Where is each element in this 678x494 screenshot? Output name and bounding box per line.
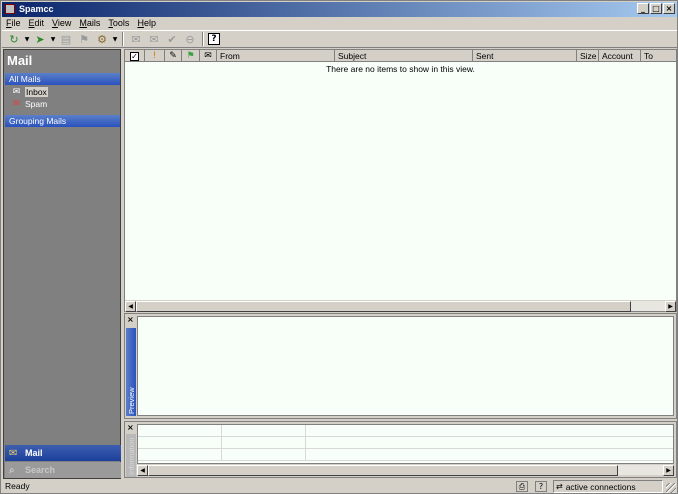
- group-grouping-mails[interactable]: Grouping Mails: [5, 115, 120, 127]
- window-controls: _ □ ×: [637, 3, 675, 14]
- help-icon[interactable]: ?: [208, 33, 220, 45]
- scroll-right-icon[interactable]: ▶: [663, 465, 674, 476]
- info-grid: [137, 424, 674, 464]
- info-column-divider: [221, 425, 222, 461]
- scroll-right-icon[interactable]: ▶: [665, 301, 676, 312]
- column-subject[interactable]: Subject: [335, 50, 473, 62]
- maximize-button[interactable]: □: [650, 3, 662, 14]
- toolbar-separator: [122, 32, 124, 46]
- folder-spam[interactable]: ✉ Spam: [11, 99, 48, 109]
- preview-body[interactable]: [137, 316, 674, 416]
- send-icon[interactable]: ➤: [32, 32, 48, 46]
- scroll-thumb[interactable]: [136, 301, 631, 312]
- preview-pane: × Preview: [124, 313, 677, 419]
- priority-icon[interactable]: !: [145, 50, 165, 62]
- receive-dropdown-icon[interactable]: ▼: [24, 32, 30, 46]
- column-to[interactable]: To: [641, 50, 676, 62]
- toolbar-separator: [202, 32, 204, 46]
- search-icon: ⌕: [9, 464, 15, 476]
- info-column-divider: [305, 425, 306, 461]
- connections-icon: ⇄: [556, 482, 563, 491]
- attachment-icon[interactable]: ✎: [165, 50, 182, 62]
- status-text: Ready: [5, 481, 30, 491]
- flag-icon[interactable]: ⚑: [182, 50, 200, 62]
- menu-file[interactable]: File: [2, 17, 25, 30]
- scroll-thumb[interactable]: [148, 465, 618, 476]
- column-size[interactable]: Size: [577, 50, 599, 62]
- mail-icon: ✉: [9, 447, 18, 459]
- menu-tools[interactable]: Tools: [104, 17, 133, 30]
- forward-icon[interactable]: ✉: [128, 32, 144, 46]
- read-status-icon[interactable]: ✉: [200, 50, 217, 62]
- send-dropdown-icon[interactable]: ▼: [50, 32, 56, 46]
- status-bar: Ready ⎙ ? ⇄ active connections: [2, 479, 677, 494]
- message-list: ✓ ! ✎ ⚑ ✉ From Subject Sent Size Account…: [124, 49, 677, 312]
- info-row: [138, 437, 673, 449]
- filter-icon[interactable]: ⚑: [76, 32, 92, 46]
- folder-label: Spam: [25, 99, 48, 109]
- close-info-icon[interactable]: ×: [127, 424, 135, 432]
- title-bar[interactable]: Spamcc _ □ ×: [2, 2, 677, 17]
- window-title: Spamcc: [19, 4, 54, 14]
- empty-list-message: There are no items to show in this view.: [326, 64, 475, 74]
- search-button[interactable]: ⌕ Search: [5, 462, 121, 478]
- connections-panel: ⇄ active connections: [553, 480, 663, 493]
- navigation-pane: Mail All Mails ✉ Inbox ✉ Spam Grouping M…: [3, 49, 121, 479]
- select-all-checkbox[interactable]: ✓: [130, 51, 139, 61]
- search-button-label: Search: [25, 465, 56, 475]
- column-from[interactable]: From: [217, 50, 335, 62]
- folder-label: Inbox: [25, 87, 48, 97]
- preview-label: Preview: [126, 328, 136, 416]
- scroll-left-icon[interactable]: ◀: [125, 301, 136, 312]
- addressbook-icon[interactable]: ▤: [58, 32, 74, 46]
- menu-view[interactable]: View: [48, 17, 75, 30]
- info-row: [138, 449, 673, 461]
- column-sent[interactable]: Sent: [473, 50, 577, 62]
- info-label: Information: [126, 434, 136, 477]
- main-window: Spamcc _ □ × File Edit View Mails Tools …: [0, 0, 678, 494]
- receive-icon[interactable]: ↻: [6, 32, 22, 46]
- menu-bar: File Edit View Mails Tools Help: [2, 17, 677, 30]
- column-account[interactable]: Account: [599, 50, 641, 62]
- close-preview-icon[interactable]: ×: [127, 316, 135, 324]
- information-pane: × Information ◀ ▶: [124, 421, 677, 478]
- menu-help[interactable]: Help: [133, 17, 160, 30]
- resize-grip[interactable]: [666, 483, 676, 493]
- mail-button[interactable]: ✉ Mail: [5, 445, 121, 461]
- group-all-mails[interactable]: All Mails: [5, 73, 120, 85]
- column-headers: ✓ ! ✎ ⚑ ✉ From Subject Sent Size Account…: [125, 50, 676, 62]
- status-help-icon[interactable]: ?: [535, 481, 547, 492]
- toolbar: ↻ ▼ ➤ ▼ ▤ ⚑ ⚙ ▼ ✉ ✉ ✔ ⊖ ?: [2, 30, 677, 48]
- mail-button-label: Mail: [25, 448, 43, 458]
- info-horizontal-scrollbar[interactable]: ◀ ▶: [137, 464, 674, 476]
- close-button[interactable]: ×: [663, 3, 675, 14]
- options-dropdown-icon[interactable]: ▼: [112, 32, 118, 46]
- options-icon[interactable]: ⚙: [94, 32, 110, 46]
- menu-mails[interactable]: Mails: [75, 17, 104, 30]
- column-check[interactable]: ✓: [125, 50, 145, 62]
- list-horizontal-scrollbar[interactable]: ◀ ▶: [125, 300, 676, 312]
- spam-icon: ✉: [12, 99, 21, 109]
- scroll-left-icon[interactable]: ◀: [137, 465, 148, 476]
- minimize-button[interactable]: _: [637, 3, 649, 14]
- folder-inbox[interactable]: ✉ Inbox: [11, 87, 48, 97]
- info-row: [138, 425, 673, 437]
- inbox-icon: ✉: [12, 87, 21, 97]
- connections-text: active connections: [565, 481, 636, 492]
- app-icon: [5, 4, 15, 14]
- approve-icon[interactable]: ✔: [164, 32, 180, 46]
- print-icon[interactable]: ⎙: [516, 481, 528, 492]
- menu-edit[interactable]: Edit: [25, 17, 49, 30]
- reply-icon[interactable]: ✉: [146, 32, 162, 46]
- block-icon[interactable]: ⊖: [182, 32, 198, 46]
- pane-title: Mail: [7, 53, 33, 68]
